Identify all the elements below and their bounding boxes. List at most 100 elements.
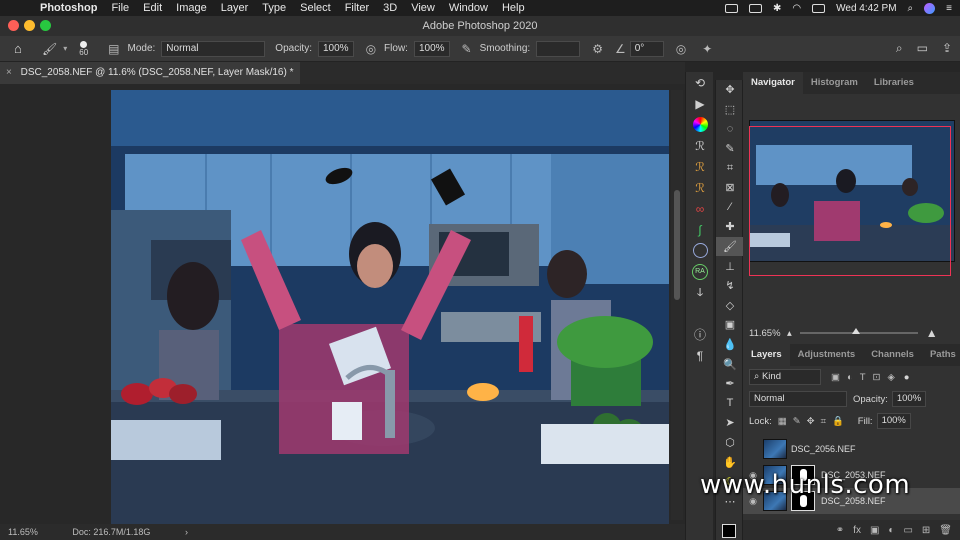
blur-tool-icon[interactable]: 💧 bbox=[716, 335, 744, 355]
canvas-vertical-scrollbar[interactable] bbox=[671, 90, 683, 520]
tab-libraries[interactable]: Libraries bbox=[866, 72, 922, 94]
display-icon[interactable] bbox=[749, 3, 763, 13]
status-expand-icon[interactable]: › bbox=[185, 527, 188, 537]
navigator-view-frame[interactable] bbox=[749, 126, 951, 276]
menu-3d[interactable]: 3D bbox=[383, 2, 397, 14]
filter-kind-select[interactable]: ⌕ Kind bbox=[749, 369, 821, 385]
bluetooth-icon[interactable]: ✱ bbox=[773, 3, 781, 14]
styles-icon[interactable]: ℛ bbox=[686, 156, 714, 177]
properties-icon[interactable]: ↆ bbox=[686, 282, 714, 303]
zoom-out-icon[interactable]: ▴ bbox=[787, 328, 792, 339]
move-tool-icon[interactable]: ✥ bbox=[716, 80, 744, 100]
screen-record-icon[interactable] bbox=[725, 3, 739, 13]
healing-tool-icon[interactable]: ✚ bbox=[716, 217, 744, 237]
mode-select[interactable]: Normal bbox=[161, 40, 266, 57]
layer-name[interactable]: DSC_2056.NEF bbox=[791, 444, 856, 454]
menu-help[interactable]: Help bbox=[502, 2, 525, 14]
close-tab-icon[interactable]: × bbox=[6, 67, 12, 78]
symmetry-icon[interactable]: ✦ bbox=[702, 42, 712, 56]
angle-field[interactable]: 0° bbox=[629, 40, 664, 57]
layer-opacity-field[interactable]: 100% bbox=[891, 391, 927, 407]
tab-paths[interactable]: Paths bbox=[922, 344, 960, 366]
gradients-icon[interactable]: ∫ bbox=[686, 219, 714, 240]
type-tool-icon[interactable]: T bbox=[716, 394, 744, 414]
menu-file[interactable]: File bbox=[111, 2, 129, 14]
navigator-zoom-value[interactable]: 11.65% bbox=[749, 328, 787, 339]
tab-navigator[interactable]: Navigator bbox=[743, 72, 803, 94]
chevron-down-icon[interactable]: ▾ bbox=[63, 44, 67, 53]
layer-row[interactable]: DSC_2056.NEF bbox=[743, 436, 960, 462]
tab-histogram[interactable]: Histogram bbox=[803, 72, 866, 94]
battery-icon[interactable] bbox=[812, 3, 826, 13]
canvas-area[interactable] bbox=[0, 84, 685, 526]
adjustment-layer-icon[interactable]: ◐ bbox=[888, 525, 894, 536]
smoothing-gear-icon[interactable]: ⚙ bbox=[592, 42, 603, 56]
link-layers-icon[interactable]: ⚭ bbox=[836, 525, 844, 536]
refresh-plugin-icon[interactable] bbox=[686, 240, 714, 261]
quick-select-tool-icon[interactable]: ✎ bbox=[716, 139, 744, 159]
search-icon[interactable]: ⌕ bbox=[896, 41, 903, 56]
gradient-tool-icon[interactable]: ▣ bbox=[716, 315, 744, 335]
menu-image[interactable]: Image bbox=[176, 2, 207, 14]
swatches-icon[interactable]: ∞ bbox=[686, 198, 714, 219]
actions-play-icon[interactable]: ▶ bbox=[686, 93, 714, 114]
new-layer-icon[interactable]: ⊞ bbox=[922, 525, 930, 536]
brushes-icon[interactable]: ℛ bbox=[686, 135, 714, 156]
document-tab[interactable]: × DSC_2058.NEF @ 11.6% (DSC_2058.NEF, La… bbox=[0, 62, 300, 84]
menu-layer[interactable]: Layer bbox=[221, 2, 249, 14]
foreground-color-swatch[interactable] bbox=[722, 524, 736, 538]
fill-field[interactable]: 100% bbox=[876, 413, 911, 429]
brush-settings-icon[interactable]: ▤ bbox=[108, 42, 119, 56]
tab-layers[interactable]: Layers bbox=[743, 344, 790, 366]
crop-tool-icon[interactable]: ⌗ bbox=[716, 158, 744, 178]
status-doc-size[interactable]: Doc: 216.7M/1.18G bbox=[72, 527, 150, 537]
marquee-tool-icon[interactable]: ⬚ bbox=[716, 100, 744, 120]
ra-plugin-icon[interactable]: RA bbox=[686, 261, 714, 282]
clone-source-icon[interactable]: ℛ bbox=[686, 177, 714, 198]
spotlight-search-icon[interactable]: ⌕ bbox=[908, 3, 914, 14]
blend-mode-select[interactable]: Normal bbox=[749, 391, 847, 407]
menu-filter[interactable]: Filter bbox=[345, 2, 369, 14]
airbrush-icon[interactable]: ✎ bbox=[462, 42, 472, 56]
brush-preset-picker[interactable]: 60 bbox=[79, 40, 88, 57]
zoom-in-icon[interactable]: ▲ bbox=[926, 326, 938, 340]
layer-style-icon[interactable]: fx bbox=[853, 525, 861, 536]
color-wheel-icon[interactable] bbox=[686, 114, 714, 135]
eraser-tool-icon[interactable]: ◇ bbox=[716, 296, 744, 316]
brush-tool-icon[interactable]: 🖌 bbox=[42, 42, 57, 56]
status-zoom[interactable]: 11.65% bbox=[8, 527, 38, 537]
home-icon[interactable]: ⌂ bbox=[14, 41, 28, 56]
menu-window[interactable]: Window bbox=[449, 2, 488, 14]
pressure-opacity-icon[interactable]: ◎ bbox=[366, 42, 376, 56]
filter-toggle-icon[interactable]: ● bbox=[904, 372, 910, 383]
history-brush-tool-icon[interactable]: ↯ bbox=[716, 276, 744, 296]
lock-icons[interactable]: ▦✎✥⌗🔒 bbox=[778, 416, 850, 427]
navigator-zoom-slider[interactable] bbox=[799, 328, 918, 334]
frame-tool-icon[interactable]: ⊠ bbox=[716, 178, 744, 198]
tab-channels[interactable]: Channels bbox=[863, 344, 922, 366]
workspace-icon[interactable]: ▭ bbox=[917, 41, 928, 56]
document-canvas-image[interactable] bbox=[111, 90, 669, 526]
delete-layer-icon[interactable]: 🗑 bbox=[939, 525, 952, 536]
share-icon[interactable]: ⇪ bbox=[942, 41, 952, 56]
stamp-tool-icon[interactable]: ⊥ bbox=[716, 256, 744, 276]
menubar-clock[interactable]: Wed 4:42 PM bbox=[836, 3, 896, 14]
window-close-button[interactable] bbox=[8, 20, 19, 31]
lasso-tool-icon[interactable]: ◌ bbox=[716, 119, 744, 139]
menu-type[interactable]: Type bbox=[262, 2, 286, 14]
scrollbar-thumb[interactable] bbox=[674, 190, 680, 300]
window-maximize-button[interactable] bbox=[40, 20, 51, 31]
pen-tool-icon[interactable]: ✒ bbox=[716, 374, 744, 394]
info-icon[interactable]: ⓘ bbox=[686, 324, 714, 345]
menu-edit[interactable]: Edit bbox=[143, 2, 162, 14]
layer-filter-icons[interactable]: ▣◐T⊡◈ bbox=[831, 372, 902, 383]
opacity-field[interactable]: 100% bbox=[317, 40, 354, 57]
path-select-tool-icon[interactable]: ➤ bbox=[716, 413, 744, 433]
new-group-icon[interactable]: ▭ bbox=[903, 525, 912, 536]
siri-icon[interactable] bbox=[924, 2, 936, 14]
shape-tool-icon[interactable]: ⬡ bbox=[716, 433, 744, 453]
wifi-icon[interactable]: ◠ bbox=[792, 3, 801, 14]
history-icon[interactable]: ⟲ bbox=[686, 72, 714, 93]
menu-app-name[interactable]: Photoshop bbox=[40, 2, 97, 14]
zoom-slider-knob[interactable] bbox=[851, 328, 860, 334]
